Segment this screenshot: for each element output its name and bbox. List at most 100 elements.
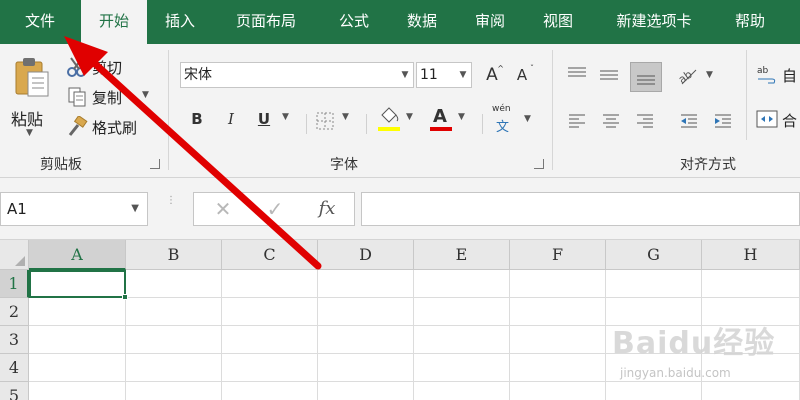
cut-button[interactable]: 剪切 [66,56,146,80]
chevron-down-icon: ▼ [459,70,467,80]
decrease-indent-button[interactable] [678,110,706,136]
font-color-letter-icon: A [433,106,447,127]
align-middle-button[interactable] [598,64,626,92]
tab-data[interactable]: 数据 [392,0,452,44]
align-top-button[interactable] [566,64,594,92]
select-all-button[interactable] [0,240,29,270]
tab-help[interactable]: 帮助 [720,0,780,44]
cell-c2[interactable] [222,298,318,326]
borders-button[interactable]: ▼ [316,110,356,134]
cell-d4[interactable] [318,354,414,382]
bold-button[interactable]: B [186,108,208,130]
column-header-d[interactable]: D [318,240,414,270]
cell-c5[interactable] [222,382,318,400]
copy-button[interactable]: 复制 ▼ [66,86,158,110]
fill-color-button[interactable]: ▼ [376,106,420,136]
clipboard-dialog-launcher-icon[interactable] [150,159,160,169]
cell-g1[interactable] [606,270,702,298]
phonetic-guide-button[interactable]: wén 文 ▼ [492,104,536,136]
cell-c1[interactable] [222,270,318,298]
underline-button[interactable]: U [253,108,275,130]
align-left-button[interactable] [566,110,594,136]
formula-bar-grip-icon[interactable]: ⋮ [166,196,176,206]
align-center-button[interactable] [600,110,628,136]
cell-e3[interactable] [414,326,510,354]
column-header-e[interactable]: E [414,240,510,270]
tab-file[interactable]: 文件 [10,0,70,44]
caret-up-icon: ^ [497,64,504,73]
cell-f3[interactable] [510,326,606,354]
tab-home[interactable]: 开始 [81,0,147,46]
row-header-1[interactable]: 1 [0,270,29,298]
cell-a4[interactable] [29,354,126,382]
cell-f4[interactable] [510,354,606,382]
tab-formulas[interactable]: 公式 [322,0,386,44]
cell-b1[interactable] [126,270,222,298]
cell-e2[interactable] [414,298,510,326]
name-box[interactable]: A1 ▼ [0,192,148,226]
paste-button[interactable]: 粘贴 ▼ [6,54,58,146]
font-color-button[interactable]: A ▼ [428,106,472,136]
cell-h1[interactable] [702,270,800,298]
font-color-swatch [430,127,452,131]
cell-e1[interactable] [414,270,510,298]
tab-view[interactable]: 视图 [528,0,588,44]
cell-c4[interactable] [222,354,318,382]
wrap-text-button[interactable]: ab 自 [756,64,800,92]
increase-indent-button[interactable] [712,110,740,136]
format-painter-button[interactable]: 格式刷 [66,116,156,140]
column-header-f[interactable]: F [510,240,606,270]
column-header-b[interactable]: B [126,240,222,270]
active-cell-a1[interactable] [29,270,128,300]
cell-b3[interactable] [126,326,222,354]
italic-button[interactable]: I [220,108,242,130]
column-header-c[interactable]: C [222,240,318,270]
cell-b4[interactable] [126,354,222,382]
font-size-select[interactable]: 11 ▼ [416,62,472,88]
font-family-select[interactable]: 宋体 ▼ [180,62,414,88]
insert-function-button[interactable]: fx [312,193,342,225]
cell-d1[interactable] [318,270,414,298]
fill-handle[interactable] [122,294,128,300]
row-header-3[interactable]: 3 [0,326,29,354]
cell-h5[interactable] [702,382,800,400]
column-header-a[interactable]: A [29,240,126,270]
align-right-button[interactable] [634,110,662,136]
tab-page-layout[interactable]: 页面布局 [220,0,312,44]
row-header-5[interactable]: 5 [0,382,29,400]
alignment-group-label: 对齐方式 [680,157,736,173]
tab-new-tab[interactable]: 新建选项卡 [598,0,710,44]
row-header-4[interactable]: 4 [0,354,29,382]
cell-f1[interactable] [510,270,606,298]
enter-icon[interactable]: ✓ [260,193,290,225]
cell-d3[interactable] [318,326,414,354]
cell-a3[interactable] [29,326,126,354]
cancel-icon[interactable]: ✕ [208,193,238,225]
formula-input[interactable] [361,192,800,226]
column-header-h[interactable]: H [702,240,800,270]
tab-insert[interactable]: 插入 [150,0,210,44]
cell-b5[interactable] [126,382,222,400]
tab-review[interactable]: 审阅 [460,0,520,44]
cell-d2[interactable] [318,298,414,326]
increase-font-size-button[interactable]: A ^ [480,64,504,86]
cell-d5[interactable] [318,382,414,400]
cell-c3[interactable] [222,326,318,354]
column-header-g[interactable]: G [606,240,702,270]
cell-e4[interactable] [414,354,510,382]
cell-e5[interactable] [414,382,510,400]
row-header-2[interactable]: 2 [0,298,29,326]
decrease-font-size-button[interactable]: A ˇ [510,64,534,86]
cell-f5[interactable] [510,382,606,400]
align-bottom-button[interactable] [630,62,662,92]
chevron-down-icon: ▼ [401,70,409,80]
cell-a2[interactable] [29,298,126,326]
orientation-button[interactable]: ab ▼ [676,64,720,92]
shrink-font-icon: A [516,66,528,84]
merge-center-button[interactable]: 合 [756,108,800,136]
font-dialog-launcher-icon[interactable] [534,159,544,169]
cell-b2[interactable] [126,298,222,326]
cell-f2[interactable] [510,298,606,326]
cell-a5[interactable] [29,382,126,400]
cell-g5[interactable] [606,382,702,400]
